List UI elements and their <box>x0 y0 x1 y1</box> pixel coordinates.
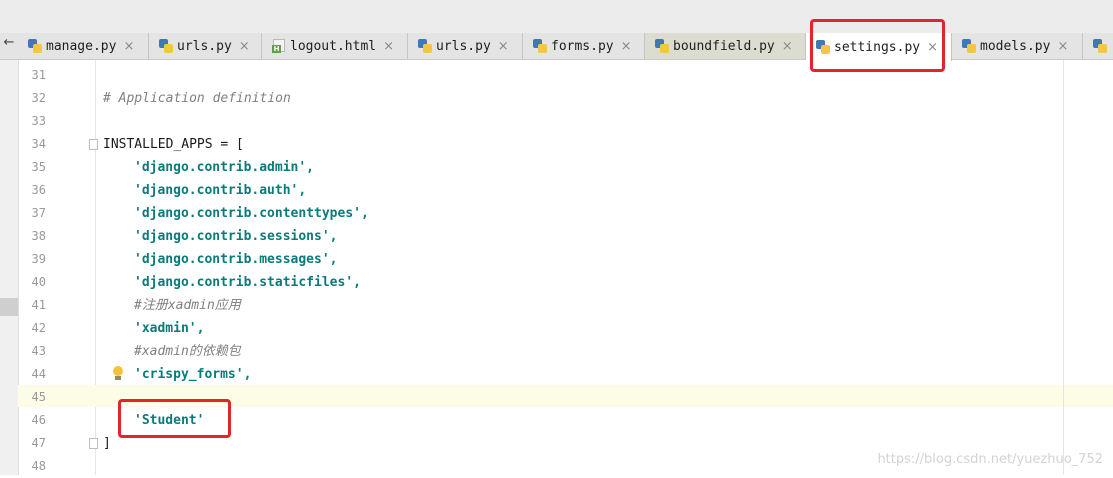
tab-label: logout.html <box>290 38 377 54</box>
close-icon[interactable]: × <box>1057 39 1068 54</box>
close-icon[interactable]: × <box>782 39 793 54</box>
python-file-icon <box>1093 39 1107 53</box>
line-number: 39 <box>31 252 46 266</box>
code-line[interactable]: 39 'django.contrib.messages', <box>0 248 1113 271</box>
python-file-icon <box>655 39 669 53</box>
line-number: 34 <box>31 137 46 151</box>
code-line[interactable]: 34 INSTALLED_APPS = [ <box>0 133 1113 156</box>
code-string[interactable]: 'django.contrib.contenttypes', <box>134 202 369 225</box>
tab-label: urls.py <box>436 38 491 54</box>
close-icon[interactable]: × <box>498 39 509 54</box>
code-string[interactable]: 'django.contrib.sessions', <box>134 225 338 248</box>
line-number: 43 <box>31 344 46 358</box>
python-file-icon <box>533 39 547 53</box>
line-number: 42 <box>31 321 46 335</box>
line-number: 40 <box>31 275 46 289</box>
code-line[interactable]: 40 'django.contrib.staticfiles', <box>0 271 1113 294</box>
line-number: 38 <box>31 229 46 243</box>
tab-overflow[interactable] <box>1083 33 1113 59</box>
close-icon[interactable]: × <box>239 39 250 54</box>
line-number: 45 <box>31 390 46 404</box>
code-line[interactable]: 41 #注册xadmin应用 <box>0 294 1113 317</box>
code-text[interactable]: INSTALLED_APPS = [ <box>103 133 244 156</box>
line-number: 31 <box>31 68 46 82</box>
code-line[interactable]: 33 <box>0 110 1113 133</box>
code-string[interactable]: 'django.contrib.admin', <box>134 156 314 179</box>
python-file-icon <box>962 39 976 53</box>
code-comment[interactable]: #xadmin的依赖包 <box>134 340 241 363</box>
html-file-icon: H <box>272 39 286 53</box>
code-line[interactable]: 38 'django.contrib.sessions', <box>0 225 1113 248</box>
tab-label: manage.py <box>46 38 117 54</box>
code-string[interactable]: 'crispy_forms', <box>134 363 251 386</box>
line-number: 44 <box>31 367 46 381</box>
fold-marker-icon[interactable] <box>89 139 98 150</box>
highlight-box-student-entry <box>118 399 231 438</box>
tab-models-py[interactable]: models.py × <box>952 33 1083 59</box>
code-string[interactable]: 'django.contrib.staticfiles', <box>134 271 361 294</box>
line-number: 37 <box>31 206 46 220</box>
code-comment[interactable]: # Application definition <box>103 87 291 110</box>
tab-label: forms.py <box>551 38 614 54</box>
tab-manage-py[interactable]: manage.py × <box>18 33 149 59</box>
code-line[interactable]: 43 #xadmin的依赖包 <box>0 340 1113 363</box>
highlight-box-settings-tab <box>810 19 945 72</box>
line-number: 41 <box>31 298 46 312</box>
title-bar-area <box>0 0 1113 33</box>
python-file-icon <box>159 39 173 53</box>
tab-forms-py[interactable]: forms.py × <box>523 33 645 59</box>
close-icon[interactable]: × <box>621 39 632 54</box>
code-line[interactable]: 42 'xadmin', <box>0 317 1113 340</box>
line-number: 46 <box>31 413 46 427</box>
line-number: 33 <box>31 114 46 128</box>
close-icon[interactable]: × <box>123 39 134 54</box>
line-number: 47 <box>31 436 46 450</box>
code-string[interactable]: 'django.contrib.auth', <box>134 179 306 202</box>
tab-logout-html[interactable]: H logout.html × <box>262 33 408 59</box>
python-file-icon <box>418 39 432 53</box>
fold-marker-icon[interactable] <box>89 438 98 449</box>
line-number: 36 <box>31 183 46 197</box>
tab-label: models.py <box>980 38 1051 54</box>
lightbulb-icon[interactable] <box>112 366 124 380</box>
watermark: https://blog.csdn.net/yuezhuo_752 <box>877 452 1103 467</box>
tab-scroll-left-arrow[interactable]: ← <box>0 33 18 59</box>
tab-urls-py[interactable]: urls.py × <box>149 33 262 59</box>
code-line[interactable]: 44 'crispy_forms', <box>0 363 1113 386</box>
code-comment[interactable]: #注册xadmin应用 <box>134 294 241 317</box>
code-line[interactable]: 37 'django.contrib.contenttypes', <box>0 202 1113 225</box>
python-file-icon <box>28 39 42 53</box>
code-line[interactable]: 32 # Application definition <box>0 87 1113 110</box>
line-number: 32 <box>31 91 46 105</box>
code-text[interactable]: ] <box>103 432 111 455</box>
code-line[interactable]: 35 'django.contrib.admin', <box>0 156 1113 179</box>
tab-urls-py-2[interactable]: urls.py × <box>408 33 523 59</box>
code-string[interactable]: 'xadmin', <box>134 317 204 340</box>
code-line[interactable]: 31 <box>0 64 1113 87</box>
tab-boundfield-py[interactable]: boundfield.py × <box>645 33 806 59</box>
tab-label: boundfield.py <box>673 38 775 54</box>
tab-label: urls.py <box>177 38 232 54</box>
close-icon[interactable]: × <box>383 39 394 54</box>
code-string[interactable]: 'django.contrib.messages', <box>134 248 338 271</box>
code-line[interactable]: 36 'django.contrib.auth', <box>0 179 1113 202</box>
line-number: 35 <box>31 160 46 174</box>
